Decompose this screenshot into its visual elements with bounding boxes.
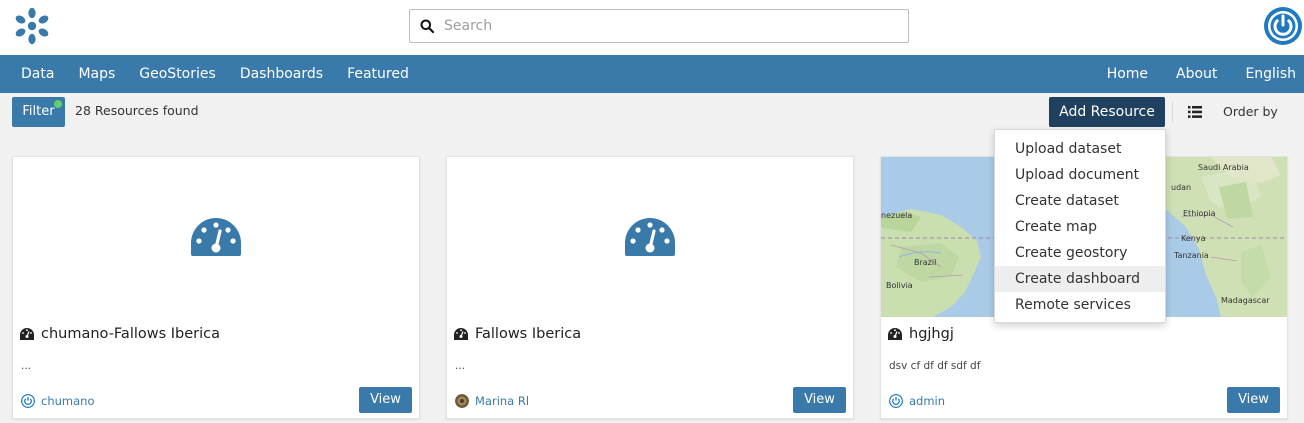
dashboard-icon [625,218,675,256]
map-label: Kenya [1181,234,1206,243]
owner-avatar-power-icon [21,394,35,408]
dashboard-icon [191,218,241,256]
nav-item-about[interactable]: About [1162,55,1231,93]
dashboard-icon [888,328,902,340]
card-title-text: chumano-Fallows Iberica [41,326,221,342]
resource-card[interactable]: Fallows Iberica ... Marina Rl View [446,156,854,419]
resource-card[interactable]: chumano-Fallows Iberica ... chumano View [12,156,420,419]
search-icon[interactable] [410,10,444,42]
owner-name: admin [909,394,946,408]
map-label: Ethiopia [1183,209,1216,218]
owner-name: Marina Rl [475,394,530,408]
view-button[interactable]: View [793,387,846,413]
menu-item-create-dashboard[interactable]: Create dashboard [995,266,1165,292]
nav-item-geostories[interactable]: GeoStories [127,55,228,93]
menu-item-remote-services[interactable]: Remote services [995,292,1165,318]
order-by-dropdown[interactable]: Order by [1223,104,1278,119]
top-header [0,0,1304,55]
view-button[interactable]: View [1227,387,1280,413]
owner-avatar-power-icon [889,394,903,408]
nav-item-featured[interactable]: Featured [335,55,421,93]
map-label: Tanzania [1174,251,1209,260]
menu-item-create-dataset[interactable]: Create dataset [995,188,1165,214]
active-filter-indicator [54,100,62,108]
card-title[interactable]: Fallows Iberica [454,326,581,342]
nav-item-data[interactable]: Data [9,55,66,93]
search-bar [409,9,909,43]
list-view-icon[interactable] [1188,105,1202,119]
card-owner[interactable]: admin [889,394,945,408]
search-input[interactable] [444,11,894,41]
card-title-text: hgjhgj [909,326,954,342]
menu-item-create-map[interactable]: Create map [995,214,1165,240]
nav-item-home[interactable]: Home [1093,55,1162,93]
card-owner[interactable]: chumano [21,394,94,408]
map-label: Bolivia [886,281,913,290]
menu-item-create-geostory[interactable]: Create geostory [995,240,1165,266]
card-description: dsv cf df df sdf df [889,360,981,372]
map-label: Saudi Arabia [1198,163,1249,172]
card-thumbnail[interactable] [13,157,419,317]
map-label: Brazil [914,258,937,267]
add-resource-button[interactable]: Add Resource [1049,97,1165,127]
card-description: ... [455,360,466,372]
map-label: nezuela [881,211,913,220]
nav-item-maps[interactable]: Maps [66,55,127,93]
card-title-text: Fallows Iberica [475,326,582,342]
results-count: 28 Resources found [75,103,199,118]
owner-name: chumano [41,394,95,408]
main-navbar: Data Maps GeoStories Dashboards Featured… [0,55,1304,93]
view-button[interactable]: View [359,387,412,413]
card-title[interactable]: hgjhgj [888,326,954,342]
card-description: ... [21,360,32,372]
filter-button[interactable]: Filter [12,97,65,127]
language-selector[interactable]: English [1231,55,1304,93]
owner-avatar [455,394,469,408]
card-title[interactable]: chumano-Fallows Iberica [20,326,220,342]
card-thumbnail[interactable] [447,157,853,317]
user-menu-power-icon[interactable] [1263,6,1303,46]
map-label: udan [1171,183,1192,192]
map-label: Madagascar [1221,296,1270,305]
menu-item-upload-document[interactable]: Upload document [995,162,1165,188]
nav-item-dashboards[interactable]: Dashboards [228,55,335,93]
card-owner[interactable]: Marina Rl [455,394,529,408]
menu-item-upload-dataset[interactable]: Upload dataset [995,136,1165,162]
filter-button-label: Filter [22,104,55,119]
add-resource-menu: Upload dataset Upload document Create da… [994,129,1166,323]
dashboard-icon [20,328,34,340]
dashboard-icon [454,328,468,340]
toolbar-divider [1172,102,1173,122]
geonode-logo-icon[interactable] [12,6,52,46]
